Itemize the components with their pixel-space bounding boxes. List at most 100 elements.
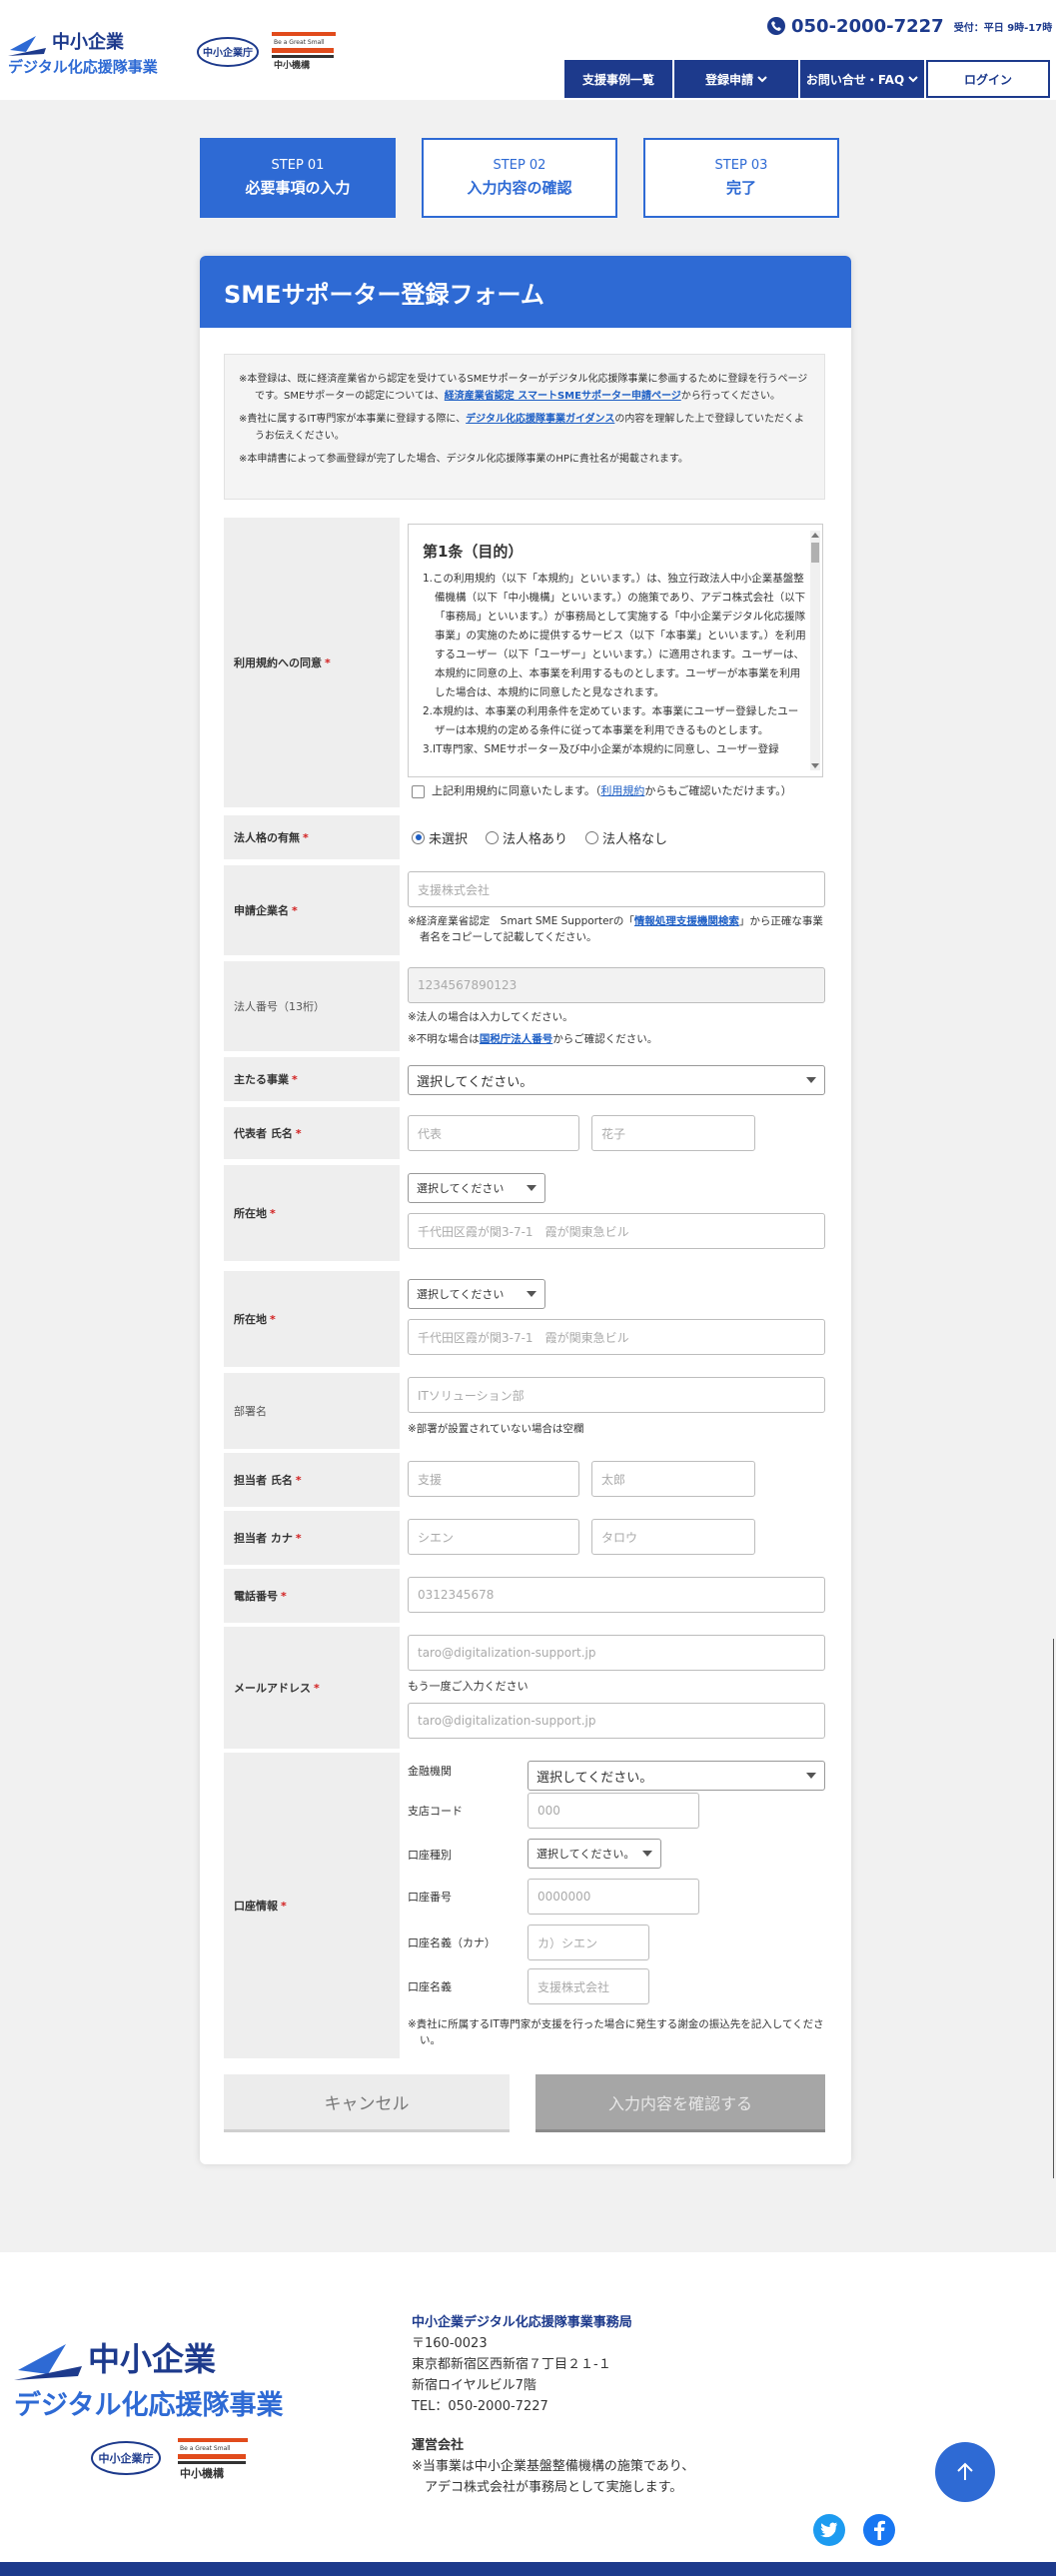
- footer-contact-info: 中小企業デジタル化応援隊事業事務局 〒160-0023 東京都新宿区西新宿７丁目…: [412, 2312, 694, 2498]
- account-type-label: 口座種別: [408, 1849, 452, 1862]
- branch-code-input[interactable]: 000: [528, 1793, 699, 1829]
- phone-label: 電話番号 *: [224, 1569, 400, 1623]
- footer-logo[interactable]: 中小企業 デジタル化応援隊事業: [12, 2326, 342, 2422]
- terms-agree-checkbox[interactable]: [412, 785, 425, 798]
- footer-partner-logos: 中小企業庁 Be a Great Small 中小機構: [91, 2438, 248, 2480]
- terms-agree-a: 上記利用規約に同意いたします。（: [432, 784, 601, 797]
- notice-paragraph-2: ※貴社に属するIT専門家が本事業に登録する際に、デジタル化応援隊事業ガイダンスの…: [239, 411, 810, 445]
- step-2-label: 入力内容の確認: [467, 179, 572, 197]
- account-holder-input[interactable]: 支援株式会社: [528, 1968, 649, 2004]
- row-corp-status: 法人格の有無 * 未選択 法人格あり 法人格なし: [224, 815, 825, 859]
- contact-first-name-input[interactable]: 太郎: [591, 1461, 755, 1497]
- smrj-logo: Be a Great Small 中小機構: [272, 32, 336, 70]
- radio-corp-yes[interactable]: 法人格あり: [486, 828, 567, 847]
- prefecture-select[interactable]: 選択してください: [408, 1173, 545, 1203]
- contact-first-kana-input[interactable]: タロウ: [591, 1519, 755, 1555]
- contact-name-label: 担当者 氏名 *: [224, 1453, 400, 1507]
- corp-number-note-2: ※不明な場合は国税庁法人番号からご確認ください。: [408, 1031, 657, 1047]
- terms-heading: 第1条（目的）: [423, 543, 524, 561]
- row-corp-number: 法人番号（13桁） 1234567890123 ※法人の場合は入力してください。…: [224, 961, 825, 1051]
- terms-scrollbox[interactable]: 第1条（目的） 1.この利用規約（以下「本規約」といいます。）は、独立行政法人中…: [408, 524, 823, 777]
- row-rep-name: 代表者 氏名 * 代表 花子: [224, 1107, 825, 1159]
- logo-text-line1: 中小企業: [52, 31, 125, 53]
- bank-label: 口座情報 *: [224, 1753, 400, 2058]
- address-2-input[interactable]: 千代田区霞が関3-7-1 霞が関東急ビル: [408, 1319, 825, 1355]
- footer-bottom-bar: [0, 2562, 1056, 2576]
- site-logo[interactable]: 中小企業 デジタル化応援隊事業: [6, 26, 186, 78]
- chevron-down-icon: [757, 76, 767, 83]
- step-3: STEP 03 完了: [643, 138, 839, 218]
- prefecture-select[interactable]: 選択してください: [408, 1279, 545, 1309]
- department-input[interactable]: ITソリューション部: [408, 1377, 825, 1413]
- scroll-up-icon[interactable]: [811, 533, 819, 538]
- email-label: メールアドレス *: [224, 1627, 400, 1749]
- bank-note: ※貴社に所属するIT専門家が支援を行った場合に発生する謝金の振込先を記入してくだ…: [408, 2018, 824, 2046]
- terms-scrollbar[interactable]: [810, 531, 820, 770]
- prefecture-value: 選択してください: [417, 1288, 505, 1301]
- scroll-down-icon[interactable]: [811, 763, 819, 768]
- radio-unselected[interactable]: 未選択: [412, 828, 468, 847]
- account-type-select[interactable]: 選択してください。: [528, 1839, 661, 1869]
- company-name-label: 申請企業名 *: [224, 865, 400, 955]
- header-phone[interactable]: 050-2000-7227 受付：平日 9時-17時: [767, 14, 1052, 38]
- scroll-to-top-button[interactable]: [935, 2442, 995, 2502]
- account-number-input[interactable]: 0000000: [528, 1879, 699, 1915]
- nta-corp-number-link[interactable]: 国税庁法人番号: [480, 1033, 553, 1045]
- confirm-input-button[interactable]: 入力内容を確認する: [535, 2074, 825, 2132]
- address-2-field: 選択してください 千代田区霞が関3-7-1 霞が関東急ビル: [408, 1271, 825, 1367]
- main-nav: 支援事例一覧 登録申請 お問い合せ・FAQ ログイン: [564, 60, 1050, 98]
- sme-supporter-application-link[interactable]: 経済産業省認定 スマートSMEサポーター申請ページ: [445, 391, 681, 402]
- address-1-input[interactable]: 千代田区霞が関3-7-1 霞が関東急ビル: [408, 1213, 825, 1249]
- chevron-down-icon: [642, 1851, 652, 1857]
- bank-institution-value: 選択してください。: [536, 1770, 653, 1786]
- nav-case-studies[interactable]: 支援事例一覧: [564, 60, 672, 98]
- email-confirm-input[interactable]: taro@digitalization-support.jp: [408, 1703, 825, 1739]
- terms-link[interactable]: 利用規約: [600, 784, 644, 797]
- radio-unselected-label: 未選択: [429, 831, 469, 847]
- contact-name-field: 支援 太郎: [408, 1453, 825, 1507]
- chevron-down-icon: [908, 76, 918, 83]
- nav-contact-faq[interactable]: お問い合せ・FAQ: [800, 60, 924, 98]
- phone-input[interactable]: 0312345678: [408, 1577, 825, 1613]
- footer-logo-line2: デジタル化応援隊事業: [14, 2389, 283, 2421]
- chevron-down-icon: [527, 1291, 536, 1297]
- info-processing-search-link[interactable]: 情報処理支援機関検索: [634, 915, 739, 927]
- rep-last-name-input[interactable]: 代表: [408, 1115, 579, 1151]
- cancel-button[interactable]: キャンセル: [224, 2074, 510, 2132]
- contact-last-name-input[interactable]: 支援: [408, 1461, 579, 1497]
- company-name-field: 支援株式会社 ※経済産業省認定 Smart SME Supporterの「情報処…: [408, 865, 825, 955]
- email-field: taro@digitalization-support.jp もう一度ご入力くだ…: [408, 1627, 825, 1749]
- nav-login[interactable]: ログイン: [926, 60, 1050, 98]
- required-mark: *: [303, 830, 309, 844]
- company-note-a: ※経済産業省認定 Smart SME Supporterの「: [408, 915, 634, 927]
- step-2: STEP 02 入力内容の確認: [422, 138, 617, 218]
- rep-name-label-text: 代表者 氏名: [234, 1127, 293, 1140]
- radio-dot[interactable]: [585, 830, 599, 844]
- rep-first-name-input[interactable]: 花子: [591, 1115, 755, 1151]
- required-mark: *: [270, 1206, 276, 1220]
- radio-corp-no[interactable]: 法人格なし: [585, 828, 667, 847]
- contact-last-kana-input[interactable]: シエン: [408, 1519, 579, 1555]
- terms-paragraph-2: 2.本規約は、本事業の利用条件を定めています。本事業にユーザー登録したユーザーは…: [423, 705, 799, 736]
- twitter-icon[interactable]: [813, 2514, 845, 2546]
- account-holder-kana-input[interactable]: カ）シエン: [528, 1925, 649, 1960]
- footer-company-title: 運営会社: [412, 2438, 465, 2453]
- radio-dot[interactable]: [412, 830, 425, 844]
- bank-institution-select[interactable]: 選択してください。: [528, 1761, 825, 1791]
- terms-paragraph-1: 1.この利用規約（以下「本規約」といいます。）は、独立行政法人中小企業基盤整備機…: [423, 573, 806, 698]
- email-input[interactable]: taro@digitalization-support.jp: [408, 1635, 825, 1671]
- corp-number-input[interactable]: 1234567890123: [408, 967, 825, 1003]
- nav-registration[interactable]: 登録申請: [674, 60, 798, 98]
- scroll-thumb[interactable]: [811, 543, 819, 563]
- row-email: メールアドレス * taro@digitalization-support.jp …: [224, 1627, 825, 1749]
- radio-dot[interactable]: [486, 830, 500, 844]
- guidance-link[interactable]: デジタル化応援隊事業ガイダンス: [466, 414, 614, 425]
- chevron-down-icon: [806, 1773, 816, 1779]
- phone-number: 050-2000-7227: [791, 15, 944, 37]
- department-note: ※部署が設置されていない場合は空欄: [408, 1423, 584, 1435]
- facebook-icon[interactable]: [863, 2514, 895, 2546]
- company-name-input[interactable]: 支援株式会社: [408, 871, 825, 907]
- rep-name-field: 代表 花子: [408, 1107, 825, 1159]
- main-business-select[interactable]: 選択してください。: [408, 1065, 825, 1095]
- registration-form: SMEサポーター登録フォーム ※本登録は、既に経済産業省から認定を受けているSM…: [200, 256, 851, 2164]
